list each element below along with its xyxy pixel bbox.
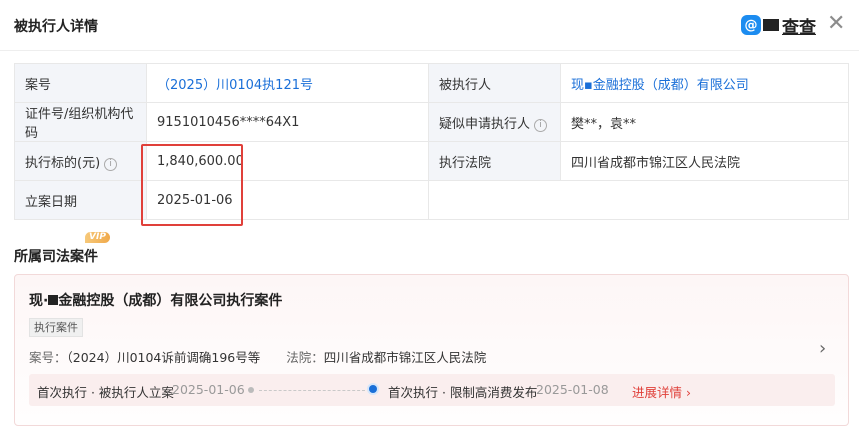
case-card-title-prefix: 现·: [29, 293, 49, 309]
filing-date-label: 立案日期: [14, 180, 147, 220]
id-label: 证件号/组织机构代码: [14, 102, 147, 142]
case-no-meta-label: 案号：: [29, 350, 67, 365]
amount-label: 执行标的(元): [25, 155, 101, 171]
redaction-block: [48, 295, 59, 305]
table-row: 立案日期 2025-01-06: [14, 180, 849, 220]
timeline-event-1: 首次执行 · 被执行人立案: [37, 385, 174, 400]
case-no-label: 案号: [14, 63, 147, 103]
table-row: 证件号/组织机构代码 9151010456****64X1 疑似申请执行人 i 樊…: [14, 102, 849, 142]
empty-cell: [428, 180, 849, 220]
applicant-label-cell: 疑似申请执行人 i: [428, 102, 561, 142]
case-type-tag: 执行案件: [29, 318, 83, 337]
court-label: 执行法院: [428, 141, 561, 181]
chevron-right-icon[interactable]: ›: [819, 338, 826, 359]
dialog-title: 被执行人详情: [14, 19, 98, 35]
dialog-header: 被执行人详情 @ 查查 ✕: [0, 0, 859, 51]
case-timeline: 首次执行 · 被执行人立案 2025-01-06 首次执行 · 限制高消费发布 …: [29, 374, 835, 406]
progress-details-link[interactable]: 进展详情 ›: [632, 382, 691, 401]
close-icon[interactable]: ✕: [827, 12, 845, 36]
executee-info-table: 案号 （2025）川0104执121号 被执行人 现▪金融控股（成都）有限公司 …: [14, 63, 849, 220]
timeline-date-1: 2025-01-06: [172, 382, 245, 397]
timeline-dot-icon: [248, 387, 254, 393]
court-meta-label: 法院：: [286, 350, 324, 365]
id-value: 9151010456****64X1: [146, 102, 429, 142]
judicial-case-card[interactable]: 现· 金融控股（成都）有限公司执行案件 执行案件 案号：（2024）川0104诉前…: [14, 274, 849, 426]
case-card-title[interactable]: 现· 金融控股（成都）有限公司执行案件: [29, 290, 282, 310]
case-no-link[interactable]: （2025）川0104执121号: [157, 78, 313, 93]
executee-link[interactable]: 现▪金融控股（成都）有限公司: [571, 78, 749, 93]
case-card-title-suffix: 金融控股（成都）有限公司执行案件: [58, 293, 283, 309]
vip-badge: VIP: [85, 232, 110, 243]
court-meta-value: 四川省成都市锦江区人民法院: [323, 350, 487, 365]
timeline-connector: [259, 390, 365, 391]
executee-label: 被执行人: [428, 63, 561, 103]
applicant-label: 疑似申请执行人: [439, 116, 531, 132]
court-value: 四川省成都市锦江区人民法院: [560, 141, 849, 181]
info-icon[interactable]: i: [534, 118, 548, 132]
case-no-meta-value: （2024）川0104诉前调确196号等: [66, 350, 261, 365]
brand-logo-icon: @: [741, 15, 761, 35]
brand-logo[interactable]: @ 查查: [741, 13, 816, 38]
table-row: 执行标的(元) i 1,840,600.00 执行法院 四川省成都市锦江区人民法院: [14, 141, 849, 181]
section-title: 所属司法案件: [14, 249, 98, 265]
timeline-event-2: 首次执行 · 限制高消费发布: [388, 385, 538, 400]
timeline-active-dot-icon: [369, 385, 377, 393]
applicant-value: 樊**，袁**: [560, 102, 849, 142]
brand-redaction-block: [763, 19, 779, 31]
timeline-date-2: 2025-01-08: [536, 382, 609, 397]
amount-label-cell: 执行标的(元) i: [14, 141, 147, 181]
table-row: 案号 （2025）川0104执121号 被执行人 现▪金融控股（成都）有限公司: [14, 63, 849, 103]
info-icon[interactable]: i: [104, 157, 118, 171]
highlight-box: [141, 144, 243, 226]
brand-logo-text: 查查: [782, 17, 816, 38]
case-meta: 案号：（2024）川0104诉前调确196号等 法院：四川省成都市锦江区人民法院: [29, 347, 486, 366]
